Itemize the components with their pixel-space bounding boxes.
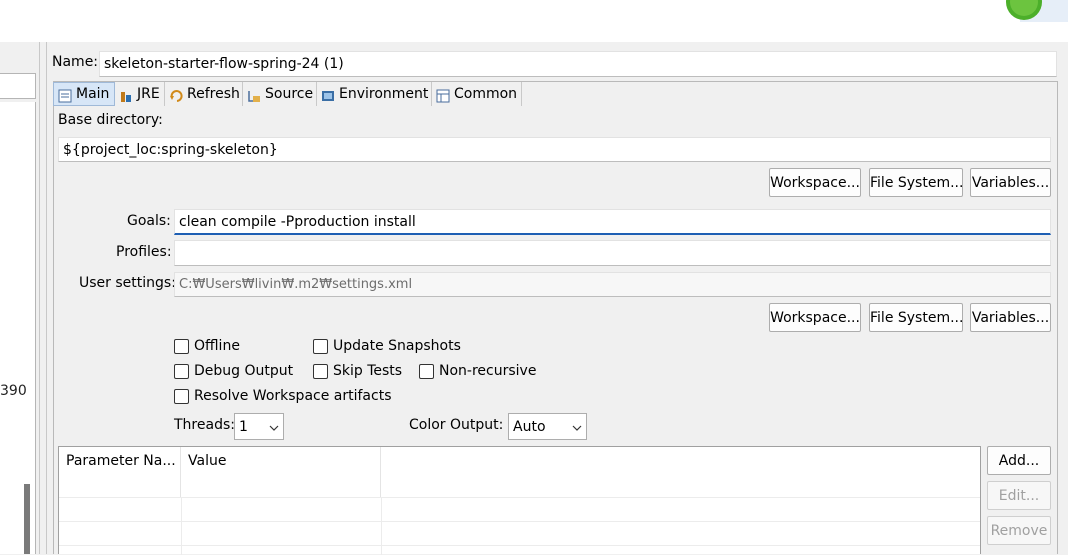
settings-workspace-button[interactable]: Workspace... [769, 303, 861, 332]
checkbox-box[interactable] [174, 338, 189, 354]
refresh-icon [169, 87, 183, 102]
offline-checkbox[interactable]: Offline [174, 338, 240, 354]
checkbox-box[interactable] [419, 363, 434, 379]
base-directory-input[interactable]: ${project_loc:spring-skeleton} [58, 137, 1051, 162]
base-directory-label: Base directory: [58, 112, 163, 128]
environment-icon [321, 87, 335, 101]
tab-label: Environment [339, 86, 429, 102]
checkbox-label: Update Snapshots [333, 338, 461, 354]
table-row-divider [59, 545, 980, 546]
remove-parameter-button[interactable]: Remove [987, 516, 1051, 545]
color-output-select[interactable]: Auto [508, 413, 587, 440]
tab-label: Refresh [187, 86, 240, 102]
table-column-divider [381, 497, 382, 555]
checkbox-label: Non-recursive [439, 363, 537, 379]
settings-variables-button[interactable]: Variables... [970, 303, 1051, 332]
checkbox-label: Debug Output [194, 363, 294, 379]
threads-value: 1 [239, 418, 248, 435]
tab-source[interactable]: Source [243, 82, 317, 106]
parameters-table[interactable]: Parameter Na... Value [58, 446, 981, 555]
jre-icon [119, 87, 133, 102]
configuration-tree[interactable] [0, 102, 36, 554]
main-tab-icon [58, 87, 72, 103]
base-file-system-button[interactable]: File System... [869, 168, 963, 197]
column-header-parameter[interactable]: Parameter Na... [59, 447, 181, 497]
table-row-divider [59, 521, 980, 522]
checkbox-box[interactable] [313, 363, 328, 379]
filter-input[interactable] [0, 73, 36, 99]
resolve-workspace-checkbox[interactable]: Resolve Workspace artifacts [174, 388, 391, 404]
checkbox-label: Skip Tests [333, 363, 403, 379]
color-output-label: Color Output: [409, 417, 504, 433]
table-column-divider [181, 497, 182, 555]
tab-refresh[interactable]: Refresh [165, 82, 243, 106]
tab-label: Common [454, 86, 518, 102]
add-parameter-button[interactable]: Add... [987, 446, 1051, 475]
profiles-input[interactable] [174, 240, 1051, 266]
source-icon [247, 87, 261, 102]
base-variables-button[interactable]: Variables... [970, 168, 1051, 197]
settings-file-system-button[interactable]: File System... [869, 303, 963, 332]
tab-label: JRE [137, 86, 160, 102]
run-icon [1000, 0, 1068, 22]
common-icon [436, 87, 450, 103]
color-output-value: Auto [513, 418, 546, 435]
goals-label: Goals: [127, 213, 171, 229]
threads-select[interactable]: 1 [234, 413, 284, 440]
goals-input[interactable]: clean compile -Pproduction install [174, 209, 1051, 235]
checkbox-label: Resolve Workspace artifacts [194, 388, 392, 404]
tree-scrollbar[interactable] [24, 484, 30, 554]
threads-label: Threads: [174, 417, 235, 433]
column-header-value[interactable]: Value [181, 447, 381, 497]
chevron-down-icon [269, 414, 279, 440]
tab-main[interactable]: Main [53, 82, 115, 106]
tab-label: Source [265, 86, 314, 102]
chevron-down-icon [572, 414, 582, 440]
edit-parameter-button[interactable]: Edit... [987, 481, 1051, 510]
non-recursive-checkbox[interactable]: Non-recursive [419, 363, 536, 379]
name-label: Name: [52, 54, 99, 70]
checkbox-box[interactable] [313, 338, 328, 354]
partial-tree-text: 390 [0, 383, 27, 399]
table-row-divider [59, 497, 980, 498]
tab-jre[interactable]: JRE [115, 82, 165, 106]
skip-tests-checkbox[interactable]: Skip Tests [313, 363, 402, 379]
top-banner [0, 0, 1068, 42]
checkbox-box[interactable] [174, 388, 189, 404]
user-settings-label: User settings: [79, 275, 176, 291]
name-input[interactable]: skeleton-starter-flow-spring-24 (1) [99, 51, 1057, 77]
update-snapshots-checkbox[interactable]: Update Snapshots [313, 338, 461, 354]
base-workspace-button[interactable]: Workspace... [769, 168, 861, 197]
tab-common[interactable]: Common [432, 82, 522, 106]
checkbox-box[interactable] [174, 363, 189, 379]
debug-output-checkbox[interactable]: Debug Output [174, 363, 293, 379]
user-settings-input[interactable]: C:₩Users₩livin₩.m2₩settings.xml [174, 272, 1051, 297]
tab-label: Main [76, 86, 110, 102]
tab-environment[interactable]: Environment [317, 82, 432, 106]
checkbox-label: Offline [194, 338, 240, 354]
profiles-label: Profiles: [116, 244, 172, 260]
